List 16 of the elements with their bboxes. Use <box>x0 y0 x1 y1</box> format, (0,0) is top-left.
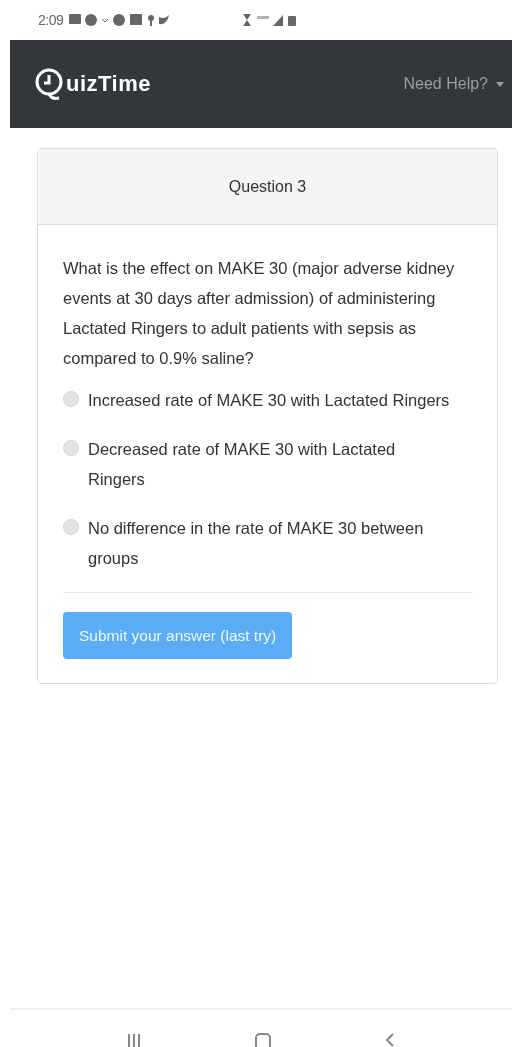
clock-logo-icon <box>34 67 64 101</box>
radio-button[interactable] <box>63 391 79 407</box>
caret-icon <box>496 81 504 87</box>
brand-name: uizTime <box>66 71 151 97</box>
recent-apps-icon[interactable] <box>127 1033 141 1047</box>
option-label[interactable]: Increased rate of MAKE 30 with Lactated Ringers <box>88 385 470 415</box>
option-label[interactable]: Decreased rate of MAKE 30 with Lactated Ringers <box>88 434 473 494</box>
question-number: Question 3 <box>228 177 307 196</box>
status-time: 2:09 <box>38 12 64 28</box>
home-icon[interactable] <box>255 1033 271 1047</box>
radio-button[interactable] <box>63 519 79 535</box>
radio-button[interactable] <box>63 440 79 456</box>
question-text: What is the effect on MAKE 30 (major adverse kidney events at 30 days after admission) of administering Lactated Ringers to adult patients with sepsis as compared to 0.9% saline? <box>63 258 456 369</box>
option-label[interactable]: No difference in the rate of MAKE 30 between groups <box>88 513 473 573</box>
need-help-menu[interactable]: Need Help? <box>403 75 504 93</box>
back-icon[interactable] <box>385 1033 395 1047</box>
